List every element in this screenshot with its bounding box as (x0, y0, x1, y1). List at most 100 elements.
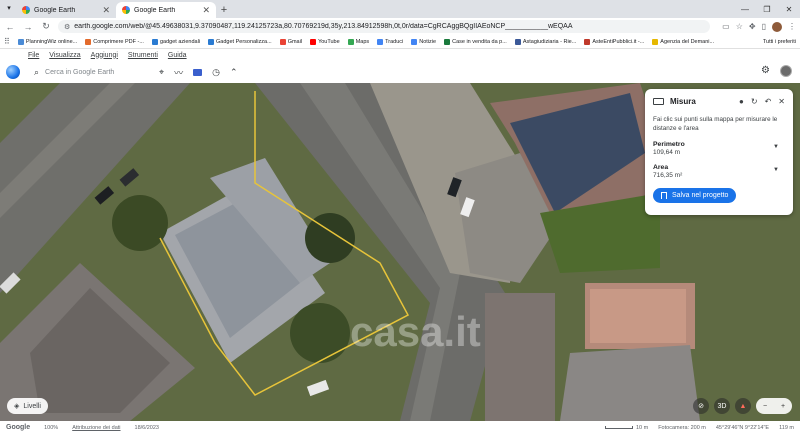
account-avatar[interactable] (780, 65, 792, 77)
address-bar-row: ← → ↻ ⚙ earth.google.com/web/@45.4963803… (0, 18, 800, 35)
close-window-icon[interactable]: ✕ (778, 0, 800, 18)
bookmark-item[interactable]: PlanningWiz online... (17, 38, 78, 45)
browser-tab-active[interactable]: Google Earth ✕ (116, 2, 216, 18)
tab-title: Google Earth (34, 6, 76, 14)
forward-icon[interactable]: → (22, 21, 34, 33)
close-tab-icon[interactable]: ✕ (102, 5, 110, 16)
google-logo: Google (6, 424, 31, 431)
apps-grid-icon[interactable]: ⠿ (4, 37, 10, 46)
restore-icon[interactable]: ❐ (756, 0, 778, 18)
bookmark-item[interactable]: Astagiudiziaria - Rie... (514, 38, 576, 45)
search-box[interactable]: ⌕ Cerca in Google Earth (34, 64, 149, 80)
bookmark-star-icon[interactable]: ☆ (736, 22, 743, 31)
extensions-icon[interactable]: ✥ (749, 22, 756, 31)
layers-button[interactable]: ◈ Livelli (7, 398, 48, 414)
bookmark-item[interactable]: Gmail (279, 38, 303, 45)
bookmark-label: PlanningWiz online... (25, 38, 78, 45)
add-placemark-icon[interactable]: ⌖ (159, 67, 164, 78)
bookmark-favicon-icon (310, 38, 317, 45)
settings-gear-icon[interactable]: ⚙ (761, 65, 770, 77)
status-bar: Google 100% Attribuzione dei dati 18/6/2… (0, 421, 800, 434)
zoom-control[interactable]: − + (756, 398, 792, 414)
scale-indicator: 10 m (604, 425, 648, 431)
earth-toolbar: ⌕ Cerca in Google Earth ⌖ 〰 ◷ ⌃ ⚙ (0, 61, 800, 83)
bookmark-icon (661, 192, 667, 199)
compass-icon[interactable]: ▲ (735, 398, 751, 414)
street-view-icon[interactable]: ⊘ (693, 398, 709, 414)
menu-add[interactable]: Aggiungi (91, 52, 118, 59)
save-to-project-button[interactable]: Salva nel progetto (653, 188, 737, 203)
bookmark-item[interactable]: Gadget Personalizza... (208, 38, 272, 45)
bookmark-item[interactable]: Maps (347, 38, 370, 45)
bookmark-favicon-icon (151, 38, 158, 45)
bookmark-item[interactable]: Traduci (377, 38, 403, 45)
bookmark-label: Maps (355, 38, 370, 45)
all-bookmarks-folder[interactable]: Tutti i preferiti (763, 39, 796, 45)
search-input[interactable]: Cerca in Google Earth (45, 69, 114, 76)
collapse-toolbar-icon[interactable]: ⌃ (230, 67, 238, 78)
perimeter-dropdown-icon[interactable]: ▼ (773, 144, 779, 150)
close-icon[interactable]: ✕ (778, 97, 785, 106)
undo-icon[interactable]: ↶ (765, 97, 772, 106)
zoom-level: 100% (44, 424, 59, 431)
zoom-in-icon[interactable]: + (781, 403, 785, 410)
site-info-icon[interactable]: ⚙ (64, 23, 70, 31)
projects-icon[interactable] (193, 68, 203, 76)
coordinates: 45°29'46"N 9°22'14"E (715, 424, 770, 431)
tab-search-icon[interactable]: ▾ (4, 3, 14, 13)
bookmark-item[interactable]: YouTube (310, 38, 340, 45)
new-tab-button[interactable]: + (216, 2, 232, 18)
measure-hint: Fai clic sui punti sulla mappa per misur… (653, 116, 778, 132)
bookmark-item[interactable]: AsteEntiPubblici.it -... (584, 38, 644, 45)
map-controls: ⊘ 3D ▲ − + (693, 398, 792, 414)
sidebar-icon[interactable]: ▯ (762, 22, 766, 31)
google-earth-logo[interactable] (6, 65, 20, 79)
menu-tools[interactable]: Strumenti (128, 52, 158, 59)
bookmarks-bar: ⠿ PlanningWiz online... Comprimere PDF -.… (0, 35, 800, 49)
bookmark-item[interactable]: Case in vendita da p... (444, 38, 507, 45)
minimize-icon[interactable]: — (734, 0, 756, 18)
help-icon[interactable]: ● (739, 97, 744, 106)
attribution-link[interactable]: Attribuzione dei dati (72, 425, 120, 431)
panel-title: Misura (670, 96, 696, 106)
close-tab-icon[interactable]: ✕ (202, 5, 210, 16)
bookmark-favicon-icon (411, 38, 418, 45)
bookmark-favicon-icon (377, 38, 384, 45)
google-earth-favicon-icon (22, 6, 30, 14)
bookmark-label: Agenzia del Demani... (660, 38, 715, 45)
bookmark-item[interactable]: gadget aziendali (151, 38, 200, 45)
google-earth-favicon-icon (122, 6, 130, 14)
cast-icon[interactable]: ▭ (722, 22, 730, 31)
camera-altitude: Fotocamera: 200 m (658, 424, 706, 431)
bookmark-item[interactable]: Agenzia del Demani... (652, 38, 715, 45)
save-button-label: Salva nel progetto (672, 192, 729, 199)
earth-menu-bar: File Visualizza Aggiungi Strumenti Guida (0, 49, 800, 61)
tab-title: Google Earth (134, 6, 176, 14)
toggle-3d-button[interactable]: 3D (714, 398, 730, 414)
perimeter-label: Perimetro (653, 141, 685, 148)
profile-avatar[interactable] (772, 21, 782, 32)
historical-imagery-icon[interactable]: ◷ (212, 67, 220, 78)
refresh-icon[interactable]: ↻ (751, 97, 758, 106)
omnibox[interactable]: ⚙ earth.google.com/web/@45.49638031,9.37… (58, 20, 711, 33)
bookmark-label: Gmail (287, 38, 303, 45)
menu-file[interactable]: File (28, 52, 39, 59)
area-row[interactable]: Area 716,35 m² ▼ (653, 164, 785, 179)
add-path-icon[interactable]: 〰 (174, 66, 183, 79)
back-icon[interactable]: ← (4, 21, 16, 33)
chrome-menu-icon[interactable]: ⋮ (788, 22, 796, 31)
perimeter-row[interactable]: Perimetro 109,64 m ▼ (653, 141, 785, 156)
menu-view[interactable]: Visualizza (49, 52, 80, 59)
bookmark-item[interactable]: Comprimere PDF -... (85, 38, 144, 45)
bookmark-item[interactable]: Notizie (411, 38, 437, 45)
bookmark-label: YouTube (318, 38, 340, 45)
menu-help[interactable]: Guida (168, 52, 187, 59)
zoom-out-icon[interactable]: − (763, 403, 767, 410)
bookmark-label: Notizie (419, 38, 437, 45)
area-dropdown-icon[interactable]: ▼ (773, 167, 779, 173)
perimeter-value: 109,64 m (653, 149, 681, 156)
bookmark-favicon-icon (652, 38, 659, 45)
reload-icon[interactable]: ↻ (40, 21, 52, 33)
browser-tab[interactable]: Google Earth ✕ (16, 2, 116, 18)
url-text[interactable]: earth.google.com/web/@45.49638031,9.3709… (74, 23, 704, 30)
